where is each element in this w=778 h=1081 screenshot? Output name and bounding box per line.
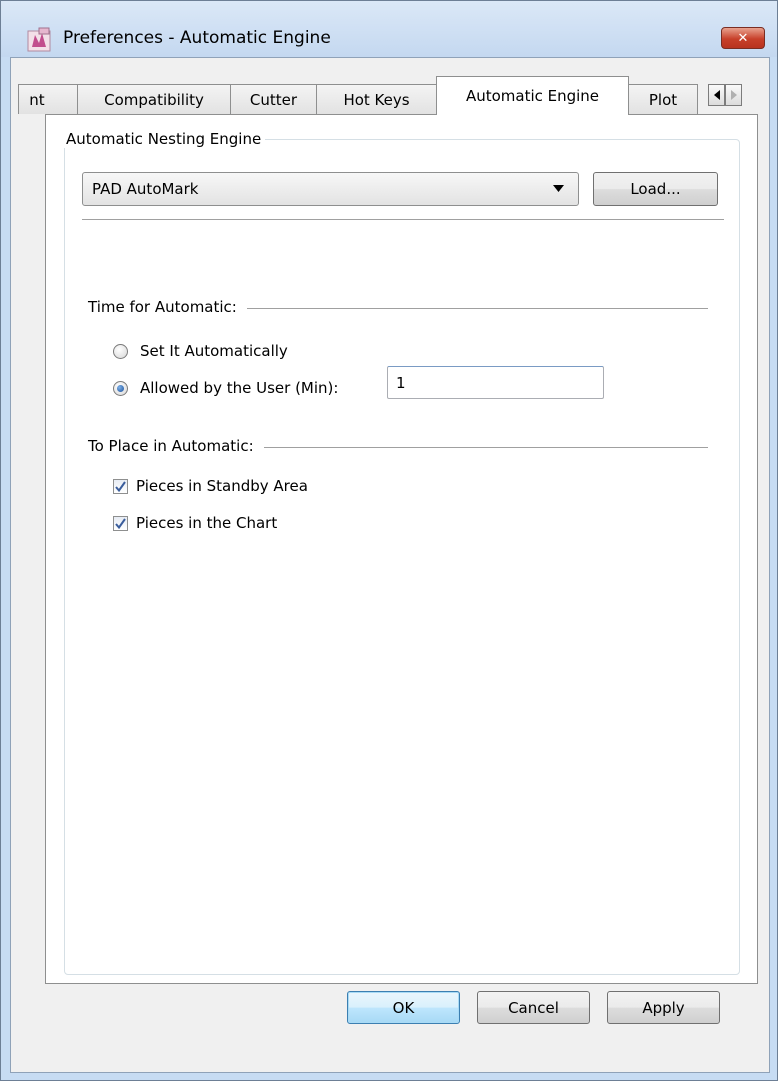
tab-label: nt <box>29 90 45 109</box>
separator <box>82 219 724 220</box>
group-legend: Automatic Nesting Engine <box>63 130 266 148</box>
engine-select[interactable]: PAD AutoMark <box>82 172 579 206</box>
load-button[interactable]: Load... <box>593 172 718 206</box>
radio-button[interactable] <box>113 380 128 396</box>
cancel-button[interactable]: Cancel <box>477 991 590 1024</box>
minutes-input[interactable]: 1 <box>387 366 604 399</box>
tab-scroll-right-button[interactable] <box>725 84 742 106</box>
tab-automatic-engine[interactable]: Automatic Engine <box>436 76 629 115</box>
tab-label: Hot Keys <box>343 90 410 109</box>
preferences-window: Preferences - Automatic Engine ✕ nt Comp… <box>0 0 778 1081</box>
chevron-down-icon <box>553 185 564 192</box>
engine-select-value: PAD AutoMark <box>92 180 199 198</box>
radio-label: Allowed by the User (Min): <box>140 379 339 397</box>
checkmark-icon <box>115 517 126 529</box>
radio-button[interactable] <box>113 343 128 359</box>
close-icon: ✕ <box>737 30 749 46</box>
time-section-label: Time for Automatic: <box>88 298 247 316</box>
radio-label: Set It Automatically <box>140 342 288 360</box>
radio-allowed-by-user[interactable]: Allowed by the User (Min): <box>113 379 338 397</box>
tab-label: Compatibility <box>104 90 204 109</box>
dialog-client-area: nt Compatibility Cutter Hot Keys Automat… <box>10 57 770 1073</box>
checkbox-in-chart[interactable]: Pieces in the Chart <box>113 514 277 532</box>
automatic-engine-panel: Automatic Nesting Engine PAD AutoMark Lo… <box>45 114 758 984</box>
tab-compatibility[interactable]: Compatibility <box>77 84 231 114</box>
apply-button[interactable]: Apply <box>607 991 720 1024</box>
arrow-right-icon <box>730 90 737 100</box>
ok-button[interactable]: OK <box>347 991 460 1024</box>
tab-cutter[interactable]: Cutter <box>230 84 317 114</box>
checkbox[interactable] <box>113 515 128 531</box>
radio-selected-dot <box>117 384 124 392</box>
tab-partial[interactable]: nt <box>18 84 78 114</box>
tab-plot[interactable]: Plot <box>628 84 698 114</box>
arrow-left-icon <box>713 90 720 100</box>
radio-set-automatically[interactable]: Set It Automatically <box>113 342 288 360</box>
tab-scroll-left-button[interactable] <box>708 84 725 106</box>
tab-label: Automatic Engine <box>465 87 600 105</box>
automatic-nesting-engine-group: Automatic Nesting Engine PAD AutoMark Lo… <box>63 130 740 975</box>
tab-label: Cutter <box>249 90 298 109</box>
tab-strip: nt Compatibility Cutter Hot Keys Automat… <box>11 74 769 115</box>
window-title: Preferences - Automatic Engine <box>63 28 331 48</box>
app-icon <box>27 27 53 53</box>
close-button[interactable]: ✕ <box>721 27 765 49</box>
checkbox[interactable] <box>113 478 128 494</box>
title-bar[interactable]: Preferences - Automatic Engine ✕ <box>1 1 777 57</box>
checkmark-icon <box>115 480 126 492</box>
checkbox-label: Pieces in Standby Area <box>136 477 308 495</box>
checkbox-label: Pieces in the Chart <box>136 514 278 532</box>
place-section-label: To Place in Automatic: <box>88 437 264 455</box>
tab-hot-keys[interactable]: Hot Keys <box>316 84 437 114</box>
checkbox-standby-area[interactable]: Pieces in Standby Area <box>113 477 308 495</box>
tab-label: Plot <box>648 90 678 109</box>
